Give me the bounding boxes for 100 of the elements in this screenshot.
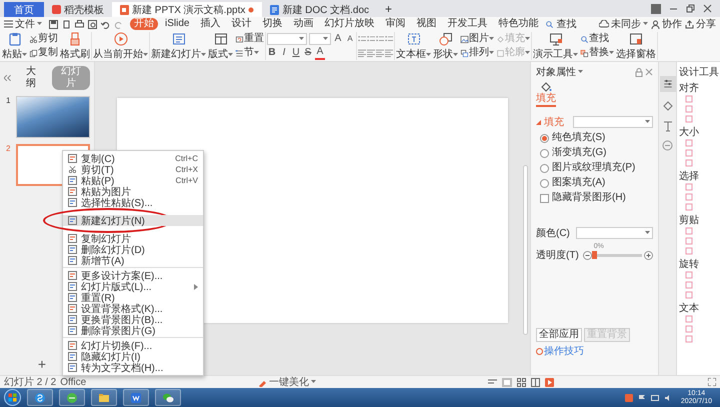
- context-menu-item[interactable]: 转为文字文档(H)...: [63, 362, 203, 373]
- tray-app-icon[interactable]: [624, 394, 633, 402]
- reset-button[interactable]: 重置: [235, 33, 264, 45]
- taskbar-app[interactable]: [59, 389, 85, 406]
- scrollbar[interactable]: [523, 165, 528, 335]
- taskbar-app[interactable]: [123, 389, 149, 406]
- ribbon-tab[interactable]: 幻灯片放映: [320, 18, 378, 30]
- document-tab[interactable]: 新建 DOC 文档.doc: [262, 2, 378, 17]
- replace-button[interactable]: 替换: [580, 47, 614, 59]
- context-menu-item[interactable]: 粘贴为图片: [63, 186, 203, 197]
- ribbon-tab[interactable]: 切换: [258, 18, 286, 30]
- bullet-list-icon[interactable]: [385, 34, 393, 43]
- redo-icon[interactable]: [114, 20, 123, 28]
- collapse-icon[interactable]: [4, 75, 11, 81]
- arrange-button[interactable]: 排列: [460, 47, 494, 59]
- context-menu-item[interactable]: 复制幻灯片: [63, 233, 203, 244]
- ribbon-tab[interactable]: 插入: [196, 18, 224, 30]
- radio-label[interactable]: 图案填充(A): [552, 177, 606, 189]
- format-painter-button[interactable]: 格式刷: [60, 32, 90, 60]
- section-button[interactable]: 节: [235, 47, 264, 59]
- cut-button[interactable]: 剪切: [29, 33, 58, 45]
- format-button[interactable]: I: [279, 46, 289, 58]
- ribbon-tab[interactable]: 设计: [227, 18, 256, 30]
- notes-icon[interactable]: [488, 378, 497, 386]
- align-icon[interactable]: [376, 49, 384, 58]
- context-menu-item[interactable]: 更换背景图片(B)...: [63, 314, 203, 325]
- radio-label[interactable]: 渐变填充(G): [552, 147, 606, 159]
- document-tab[interactable]: 稻壳模板: [44, 2, 112, 17]
- format-button[interactable]: A: [315, 46, 325, 60]
- increase-font-button[interactable]: A: [333, 32, 343, 44]
- context-menu-item[interactable]: 删除幻灯片(D): [63, 244, 203, 255]
- photo-placeholder[interactable]: [16, 96, 90, 138]
- format-button[interactable]: S: [303, 46, 313, 58]
- context-menu-item[interactable]: 粘贴(P) Ctrl+V: [63, 175, 203, 186]
- paste-button[interactable]: 粘贴: [2, 32, 27, 60]
- text-box-button[interactable]: 文本框: [396, 32, 431, 60]
- context-menu-item[interactable]: 选择性粘贴(S)...: [63, 197, 203, 208]
- radio-label[interactable]: 纯色填充(S): [552, 132, 606, 144]
- lock-icon[interactable]: [635, 68, 643, 76]
- share-button[interactable]: 分享: [685, 17, 716, 31]
- search-button[interactable]: 查找: [545, 17, 576, 31]
- play-from-current-button[interactable]: 从当前开始: [93, 32, 148, 60]
- network-icon[interactable]: [650, 394, 659, 402]
- start-button[interactable]: [4, 389, 21, 406]
- context-menu-item[interactable]: 隐藏幻灯片(I): [63, 351, 203, 362]
- context-menu-item[interactable]: 新增节(A): [63, 255, 203, 266]
- ribbon-tab[interactable]: 动画: [289, 18, 318, 30]
- ribbon-tab[interactable]: 开发工具: [443, 18, 492, 30]
- radio-button[interactable]: [540, 134, 549, 142]
- bullet-list-icon[interactable]: [367, 34, 375, 43]
- file-menu[interactable]: 文件: [4, 17, 42, 31]
- slider-thumb[interactable]: [592, 250, 597, 258]
- new-slide-button[interactable]: 新建幻灯片: [151, 32, 206, 60]
- context-menu-item[interactable]: 更多设计方案(E)...: [63, 267, 203, 281]
- sorter-view-icon[interactable]: [517, 378, 526, 386]
- taskbar-app[interactable]: [27, 389, 53, 406]
- collaborate-button[interactable]: 协作: [651, 17, 682, 31]
- context-menu-item[interactable]: 剪切(T) Ctrl+X: [63, 164, 203, 175]
- font-size-field[interactable]: [309, 32, 331, 44]
- taskbar-app[interactable]: [91, 389, 117, 406]
- document-tab[interactable]: 新建 PPTX 演示文稿.pptx: [112, 2, 262, 17]
- selection-pane-button[interactable]: 选择窗格: [616, 32, 656, 60]
- tips-link[interactable]: 操作技巧: [536, 344, 584, 358]
- decrease-font-button[interactable]: A: [345, 32, 355, 44]
- find-button[interactable]: 查找: [580, 33, 614, 45]
- radio-label[interactable]: 图片或纹理填充(P): [552, 162, 636, 174]
- minus-button[interactable]: [582, 250, 592, 260]
- undo-icon[interactable]: [101, 20, 110, 28]
- align-icon[interactable]: [358, 49, 366, 58]
- bullet-list-icon[interactable]: [376, 34, 384, 43]
- ribbon-tab[interactable]: 审阅: [381, 18, 410, 30]
- slideshow-icon[interactable]: [545, 378, 554, 386]
- radio-button[interactable]: [540, 164, 549, 172]
- presentation-tools-button[interactable]: 演示工具: [533, 32, 578, 60]
- shape-button[interactable]: 形状: [433, 32, 458, 60]
- context-menu-item[interactable]: 幻灯片版式(L)...: [63, 281, 203, 292]
- fill-bucket-icon[interactable]: [662, 100, 674, 112]
- text-icon[interactable]: [662, 120, 674, 132]
- reading-view-icon[interactable]: [531, 378, 540, 386]
- format-button[interactable]: U: [291, 46, 301, 58]
- radio-button[interactable]: [540, 148, 549, 158]
- context-menu-item[interactable]: 重置(R): [63, 292, 203, 303]
- flag-icon[interactable]: [638, 394, 646, 402]
- radio-button[interactable]: [540, 178, 549, 188]
- save-icon[interactable]: [49, 20, 58, 28]
- align-icon[interactable]: [367, 49, 375, 58]
- panel-title[interactable]: 对象属性: [536, 65, 576, 79]
- volume-icon[interactable]: [664, 394, 672, 402]
- format-button[interactable]: B: [267, 46, 277, 58]
- context-menu-item[interactable]: 设置背景格式(K)...: [63, 303, 203, 314]
- new-tab-button[interactable]: +: [377, 2, 400, 17]
- properties-icon[interactable]: [660, 76, 676, 92]
- checkbox[interactable]: [540, 194, 549, 202]
- context-menu-item[interactable]: 复制(C) Ctrl+C: [63, 153, 203, 164]
- print-icon[interactable]: [75, 20, 84, 28]
- panel-tab[interactable]: 大纲: [16, 66, 46, 90]
- context-menu-item[interactable]: 删除背景图片(G): [63, 325, 203, 336]
- taskbar-app[interactable]: [155, 389, 181, 406]
- color-dropdown[interactable]: [576, 227, 653, 239]
- context-menu-item[interactable]: 新建幻灯片(N): [63, 215, 203, 226]
